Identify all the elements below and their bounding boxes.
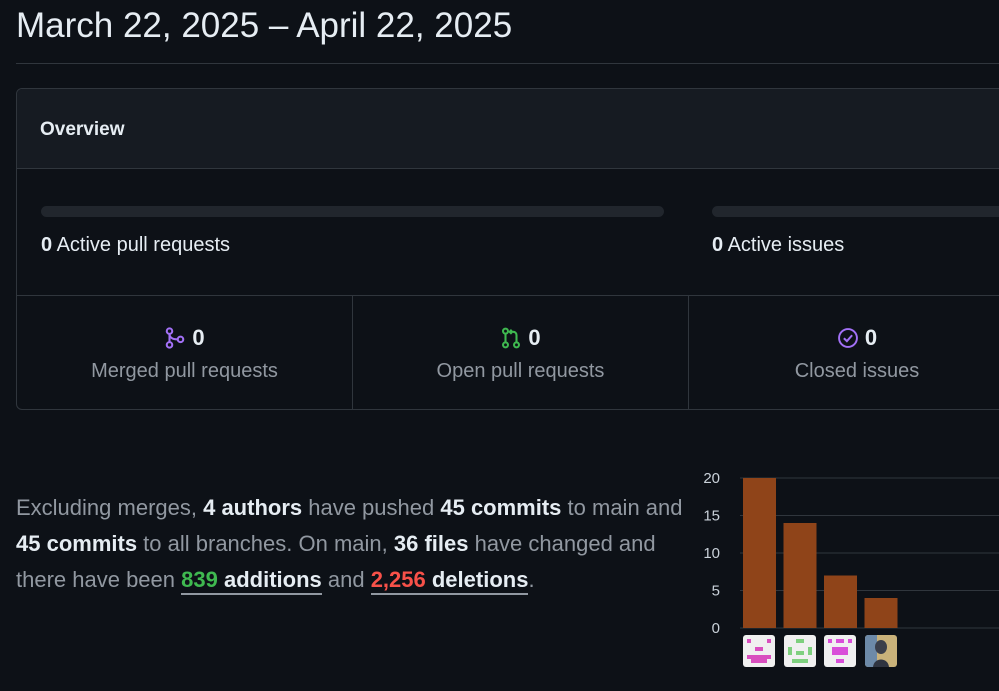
stat-merged-prs[interactable]: 0 Merged pull requests	[17, 296, 353, 409]
summary-text-7: .	[528, 567, 535, 592]
active-prs-label[interactable]: 0 Active pull requests	[41, 234, 230, 257]
active-issues-text: Active issues	[727, 234, 845, 256]
stat-closed-issues[interactable]: 0 Closed issues	[689, 296, 999, 409]
summary-text-1: Excluding merges,	[16, 495, 204, 520]
overview-header: Overview	[17, 89, 999, 169]
y-tick-label: 10	[703, 545, 720, 562]
contributions-pulse-page: March 22, 2025 – April 22, 2025 Overview…	[0, 0, 999, 691]
closed-issue-icon	[837, 328, 858, 348]
summary-commits-all: 45 commits	[16, 531, 138, 556]
closed-issues-count: 0	[864, 325, 878, 350]
merged-prs-label: Merged pull requests	[91, 360, 278, 382]
y-tick-label: 0	[712, 620, 720, 637]
overview-panel: Overview 0 Active pull requests 0 Active…	[16, 88, 999, 410]
commit-bar[interactable]	[824, 575, 857, 629]
stat-open-prs[interactable]: 0 Open pull requests	[353, 296, 689, 409]
overview-title: Overview	[40, 119, 125, 140]
activity-progress-row: 0 Active pull requests 0 Active issues	[17, 169, 999, 296]
merged-prs-count: 0	[192, 325, 205, 350]
y-tick-label: 5	[712, 583, 720, 600]
summary-text-3: to main and	[561, 495, 683, 520]
y-tick-label: 20	[703, 470, 720, 487]
author-avatar-2[interactable]	[784, 635, 816, 667]
additions-word: additions	[217, 567, 322, 592]
author-avatar-1[interactable]	[743, 635, 775, 667]
user-photo-avatar-icon	[865, 635, 897, 667]
author-avatar-4[interactable]	[865, 635, 897, 667]
active-prs-text: Active pull requests	[56, 234, 230, 256]
summary-text-4: to all branches. On main,	[137, 531, 394, 556]
commit-bar[interactable]	[743, 478, 776, 628]
active-issues-progress-bar	[712, 206, 999, 217]
closed-issues-label: Closed issues	[794, 360, 920, 382]
active-prs-progress-bar	[41, 206, 664, 217]
additions-count: 839	[181, 567, 218, 592]
y-tick-label: 15	[703, 508, 720, 525]
commits-by-author-chart: 0 5 10 15 20	[696, 465, 999, 675]
identicon-pink-icon	[743, 635, 775, 667]
summary-text-2: have pushed	[302, 495, 441, 520]
summary-text-6: and	[321, 567, 371, 592]
commit-summary: Excluding merges, 4 authors have pushed …	[16, 490, 691, 598]
open-prs-label: Open pull requests	[436, 360, 605, 382]
summary-files: 36 files	[393, 531, 469, 556]
open-prs-count: 0	[528, 325, 541, 350]
commit-bar[interactable]	[864, 598, 898, 628]
summary-commits-main: 45 commits	[440, 495, 562, 520]
active-issues-count: 0	[712, 234, 724, 256]
identicon-magenta-icon	[824, 635, 856, 667]
date-range-title: March 22, 2025 – April 22, 2025	[16, 6, 513, 45]
active-prs-count: 0	[41, 234, 53, 256]
open-pr-icon	[502, 327, 521, 349]
deletions-link[interactable]: 2,256 deletions	[370, 567, 529, 595]
deletions-word: deletions	[425, 567, 529, 592]
author-avatar-3[interactable]	[824, 635, 856, 667]
identicon-green-icon	[784, 635, 816, 667]
active-issues-block[interactable]: 0 Active issues	[712, 169, 999, 295]
header-divider	[16, 63, 999, 64]
merged-pr-icon	[166, 327, 185, 349]
active-prs-block[interactable]: 0 Active pull requests	[41, 169, 664, 295]
deletions-count: 2,256	[370, 567, 426, 592]
additions-link[interactable]: 839 additions	[181, 567, 322, 595]
stats-row: 0 Merged pull requests 0 Open pull reque…	[17, 296, 999, 409]
commit-bar[interactable]	[783, 523, 817, 628]
summary-authors: 4 authors	[203, 495, 303, 520]
active-issues-label[interactable]: 0 Active issues	[712, 234, 844, 257]
